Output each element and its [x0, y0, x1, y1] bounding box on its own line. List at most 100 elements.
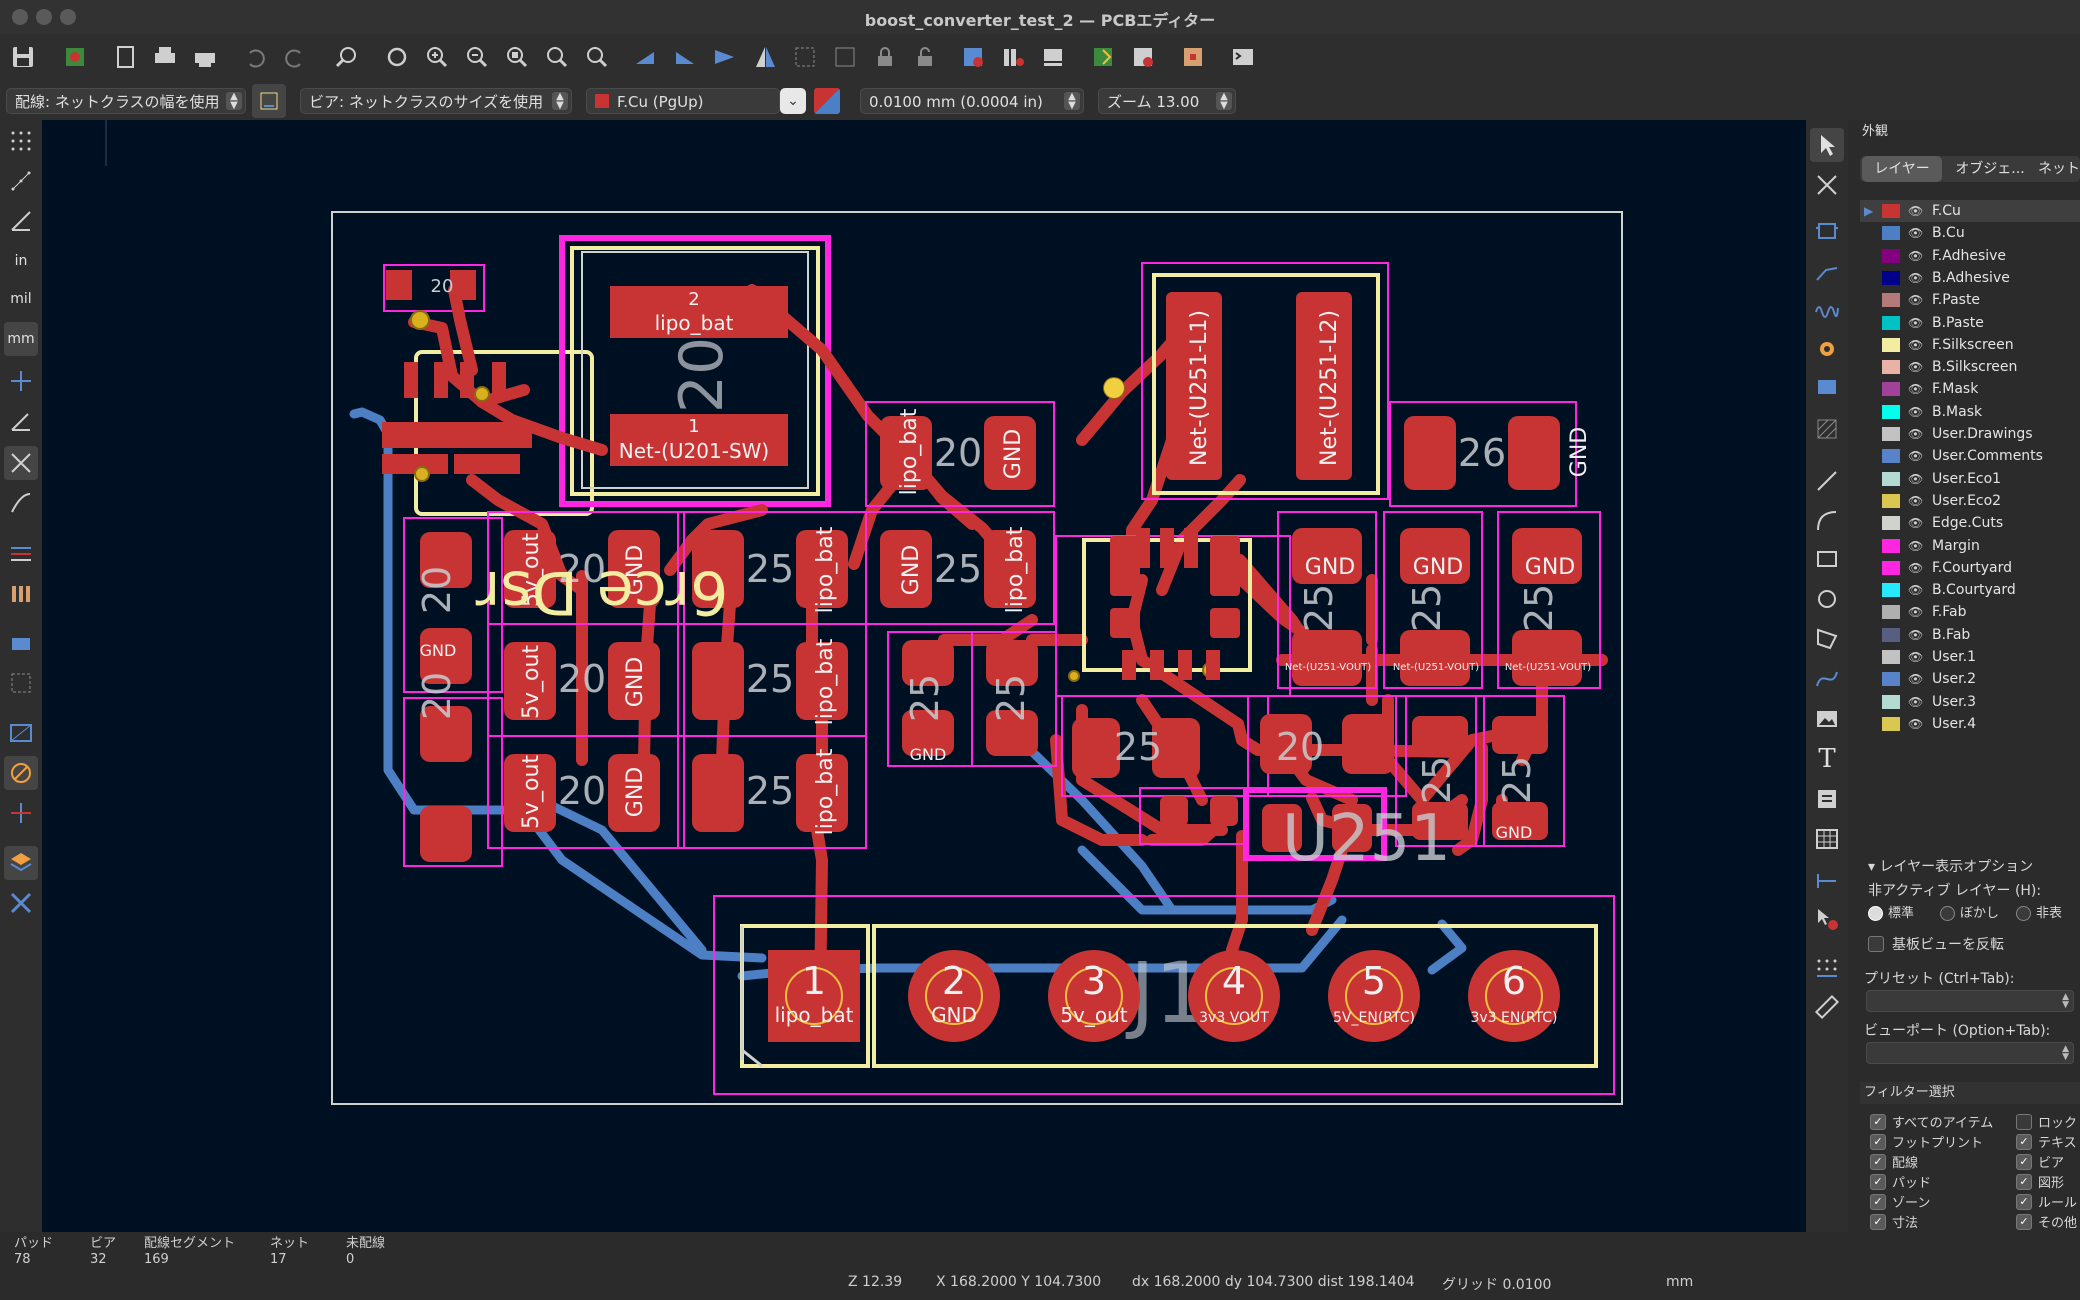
board-setup-icon[interactable]	[58, 40, 92, 74]
footprint-library-icon[interactable]	[996, 40, 1030, 74]
pcb-drawing[interactable]: 2 lipo_bat 1 Net-(U201-SW) 20 20 lipo_ba…	[42, 120, 1806, 1232]
lock-icon[interactable]	[868, 40, 902, 74]
track-width-toggle-icon[interactable]	[252, 84, 286, 118]
layer-row-b-mask[interactable]: 👁 B.Mask	[1860, 401, 2080, 423]
layer-color-swatch[interactable]	[1882, 270, 1900, 285]
cursor-crosshair-icon[interactable]	[4, 364, 38, 398]
layer-color-swatch[interactable]	[1882, 449, 1900, 464]
layer-color-swatch[interactable]	[1882, 716, 1900, 731]
layer-color-swatch[interactable]	[1882, 627, 1900, 642]
mirror-vertical-icon[interactable]	[748, 40, 782, 74]
draw-rectangle-icon[interactable]	[1810, 542, 1844, 576]
track-width-select[interactable]: 配線: ネットクラスの幅を使用 ▲ ▼	[6, 88, 246, 114]
display-options-header[interactable]: ▾ レイヤー表示オプション	[1868, 856, 2033, 876]
layer-row-user-2[interactable]: 👁 User.2	[1860, 668, 2080, 690]
find-icon[interactable]	[330, 40, 364, 74]
zone-outline-icon[interactable]	[4, 666, 38, 700]
zoom-select[interactable]: ズーム 13.00 ▲ ▼	[1098, 88, 1236, 114]
rotate-ccw-icon[interactable]	[628, 40, 662, 74]
delete-tool-icon[interactable]	[1810, 902, 1844, 936]
ratsnest-curved-icon[interactable]	[4, 486, 38, 520]
update-pcb-icon[interactable]	[1086, 40, 1120, 74]
print-icon[interactable]	[148, 40, 182, 74]
measure-tool-icon[interactable]	[1810, 990, 1844, 1024]
zoom-selection-icon[interactable]	[580, 40, 614, 74]
layer-row-f-paste[interactable]: 👁 F.Paste	[1860, 289, 2080, 311]
eye-icon[interactable]: 👁	[1908, 334, 1923, 356]
layer-row-edge-cuts[interactable]: 👁 Edge.Cuts	[1860, 512, 2080, 534]
add-dimension-icon[interactable]	[1810, 864, 1844, 898]
eye-icon[interactable]: 👁	[1908, 245, 1923, 267]
console-icon[interactable]	[1226, 40, 1260, 74]
layer-color-swatch[interactable]	[1882, 538, 1900, 553]
track-display-icon[interactable]	[4, 756, 38, 790]
eye-icon[interactable]: 👁	[1908, 512, 1923, 534]
grid-origin-icon[interactable]	[1810, 952, 1844, 986]
add-via-icon[interactable]	[1810, 332, 1844, 366]
layer-color-swatch[interactable]	[1882, 204, 1900, 218]
add-image-icon[interactable]	[1810, 702, 1844, 736]
layer-row-b-adhesive[interactable]: 👁 B.Adhesive	[1860, 267, 2080, 289]
drc-icon[interactable]	[1126, 40, 1160, 74]
layer-color-swatch[interactable]	[1882, 516, 1900, 531]
zoom-objects-icon[interactable]	[540, 40, 574, 74]
pcb-canvas[interactable]: 2 lipo_bat 1 Net-(U201-SW) 20 20 lipo_ba…	[42, 120, 1806, 1232]
via-size-select[interactable]: ビア: ネットクラスのサイズを使用 ▲ ▼	[300, 88, 572, 114]
grid-overlay-icon[interactable]	[4, 164, 38, 198]
layer-row-user-eco1[interactable]: 👁 User.Eco1	[1860, 468, 2080, 490]
filter-checkbox[interactable]: ✓	[2016, 1154, 2032, 1170]
eye-icon[interactable]: 👁	[1908, 378, 1923, 400]
layer-color-swatch[interactable]	[1882, 493, 1900, 508]
layer-row-b-fab[interactable]: 👁 B.Fab	[1860, 624, 2080, 646]
netlist-icon[interactable]	[956, 40, 990, 74]
filter-checkbox[interactable]: ✓	[1870, 1214, 1886, 1230]
filter-checkbox[interactable]: ✓	[2016, 1214, 2032, 1230]
layer-color-swatch[interactable]	[1882, 404, 1900, 419]
footprint-editor-icon[interactable]	[1036, 40, 1070, 74]
tab-nets[interactable]: ネット	[2038, 156, 2080, 182]
layer-color-swatch[interactable]	[1882, 427, 1900, 441]
route-track-icon[interactable]	[1810, 254, 1844, 288]
layer-select[interactable]: F.Cu (PgUp)	[586, 88, 780, 114]
layer-color-swatch[interactable]	[1882, 694, 1900, 709]
draw-polygon-icon[interactable]	[1810, 622, 1844, 656]
zoom-in-icon[interactable]	[420, 40, 454, 74]
redo-icon[interactable]	[278, 40, 312, 74]
draw-arc-icon[interactable]	[1810, 504, 1844, 538]
tune-length-icon[interactable]	[1810, 292, 1844, 326]
layer-row-f-adhesive[interactable]: 👁 F.Adhesive	[1860, 245, 2080, 267]
layer-color-swatch[interactable]	[1882, 248, 1900, 263]
eye-icon[interactable]: 👁	[1908, 490, 1923, 512]
add-text-icon[interactable]: T	[1810, 742, 1844, 776]
filter-checkbox[interactable]	[2016, 1114, 2032, 1130]
tab-objects[interactable]: オブジェ...	[1946, 156, 2034, 182]
save-icon[interactable]	[6, 40, 40, 74]
units-inch-button[interactable]: in	[4, 244, 38, 278]
eye-icon[interactable]: 👁	[1908, 312, 1923, 334]
connector-pin-2[interactable]: 2GND	[908, 950, 1000, 1042]
layer-row-user-4[interactable]: 👁 User.4	[1860, 713, 2080, 735]
layer-color-swatch[interactable]	[1882, 360, 1900, 375]
layer-color-swatch[interactable]	[1882, 315, 1900, 330]
eye-icon[interactable]: 👁	[1908, 356, 1923, 378]
eye-icon[interactable]: 👁	[1908, 646, 1923, 668]
layer-row-f-silkscreen[interactable]: 👁 F.Silkscreen	[1860, 334, 2080, 356]
highlight-net-icon[interactable]	[4, 536, 38, 570]
plot-icon[interactable]	[188, 40, 222, 74]
eye-icon[interactable]: 👁	[1908, 713, 1923, 735]
layer-row-margin[interactable]: 👁 Margin	[1860, 535, 2080, 557]
eye-icon[interactable]: 👁	[1908, 401, 1923, 423]
properties-tools-icon[interactable]	[4, 886, 38, 920]
appearance-panel-icon[interactable]	[4, 846, 38, 880]
layer-row-f-cu[interactable]: ▶ 👁 F.Cu	[1860, 200, 2080, 222]
eye-icon[interactable]: 👁	[1908, 668, 1923, 690]
layer-color-swatch[interactable]	[1882, 293, 1900, 308]
angle-snap-icon[interactable]	[4, 404, 38, 438]
radio-dim[interactable]	[1940, 906, 1955, 921]
layer-color-swatch[interactable]	[1882, 605, 1900, 620]
page-settings-icon[interactable]	[108, 40, 142, 74]
local-ratsnest-icon[interactable]	[1810, 168, 1844, 202]
unlock-icon[interactable]	[908, 40, 942, 74]
eye-icon[interactable]: 👁	[1908, 423, 1923, 445]
eye-icon[interactable]: 👁	[1908, 289, 1923, 311]
